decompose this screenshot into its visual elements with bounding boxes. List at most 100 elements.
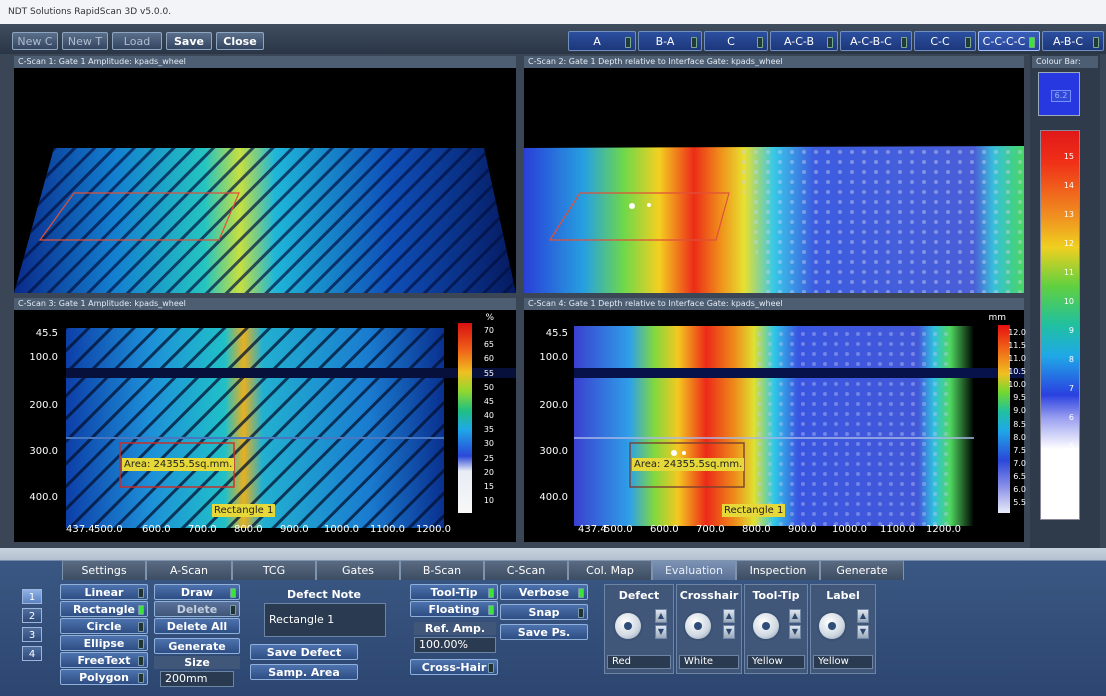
colour-bar-label: 15: [1063, 152, 1074, 161]
view-a-b-c-button[interactable]: A-B-C: [1042, 31, 1104, 51]
new-c-button[interactable]: New C: [12, 32, 58, 50]
tab-c-scan[interactable]: C-Scan: [484, 560, 568, 580]
c3-scale-label: 65: [483, 340, 494, 350]
c4-y-tick: 400.0: [539, 492, 568, 503]
chevron-up-icon[interactable]: ▲: [723, 609, 735, 623]
chevron-down-icon[interactable]: ▼: [723, 625, 735, 639]
generate-button[interactable]: Generate: [154, 638, 240, 654]
c4-x-tick: 800.0: [742, 524, 771, 535]
cross-hair-button[interactable]: Cross-Hair: [410, 659, 498, 675]
side-tab-4[interactable]: 4: [22, 646, 42, 661]
colour-bar-label: 14: [1063, 181, 1074, 190]
c4-y-tick: 100.0: [539, 352, 568, 363]
shape-rectangle-button[interactable]: Rectangle: [60, 601, 148, 617]
c4-scale-label: 11.0: [1008, 354, 1026, 364]
c3-scale-label: 60: [483, 354, 494, 364]
side-tab-3[interactable]: 3: [22, 627, 42, 642]
window-title: NDT Solutions RapidScan 3D v5.0.0.: [0, 0, 1106, 24]
side-tab-1[interactable]: 1: [22, 589, 42, 604]
chevron-up-icon[interactable]: ▲: [857, 609, 869, 623]
shape-polygon-button[interactable]: Polygon: [60, 669, 148, 685]
view-c-c-c-c-button[interactable]: C-C-C-C: [978, 31, 1040, 51]
ref-amp-field[interactable]: 100.00%: [414, 637, 496, 653]
colour-bar-label: 3: [1068, 500, 1074, 509]
tab-inspection[interactable]: Inspection: [736, 560, 820, 580]
colour-bar-label: 12: [1063, 239, 1074, 248]
save-button[interactable]: Save: [166, 32, 212, 50]
c3-x-tick: 800.0: [234, 524, 263, 535]
label-colour-value[interactable]: Yellow: [813, 655, 873, 669]
c3-scale-label: 50: [483, 382, 494, 392]
chevron-up-icon[interactable]: ▲: [655, 609, 667, 623]
c4-scale-label: 9.5: [1013, 393, 1026, 403]
colour-swatch[interactable]: 6.2: [1038, 72, 1080, 116]
tab-gates[interactable]: Gates: [316, 560, 400, 580]
c3-scale-label: 20: [483, 467, 494, 477]
shape-circle-button[interactable]: Circle: [60, 618, 148, 634]
view-a-c-b-button[interactable]: A-C-B: [770, 31, 838, 51]
draw-button[interactable]: Draw: [154, 584, 240, 600]
save-defect-button[interactable]: Save Defect: [250, 644, 358, 660]
c4-scale-label: 10.5: [1008, 367, 1026, 377]
verbose-button[interactable]: Verbose: [500, 584, 588, 600]
tool-tip-colour-knob[interactable]: [753, 613, 779, 639]
defect-colour-knob[interactable]: [615, 613, 641, 639]
c-scan-1-title: C-Scan 1: Gate 1 Amplitude: kpads_wheel: [14, 56, 516, 68]
save-ps-button[interactable]: Save Ps.: [500, 624, 588, 640]
tab-a-scan[interactable]: A-Scan: [146, 560, 232, 580]
c4-scale-label: 11.5: [1008, 341, 1026, 351]
c3-scale-label: 35: [483, 425, 494, 435]
chevron-down-icon[interactable]: ▼: [857, 625, 869, 639]
chevron-down-icon[interactable]: ▼: [789, 625, 801, 639]
defect-colour-group: Defect ▲ ▼ Red: [604, 584, 674, 674]
tab-evaluation[interactable]: Evaluation: [652, 560, 736, 580]
new-t-button[interactable]: New T: [62, 32, 108, 50]
c3-scale-label: 45: [483, 396, 494, 406]
tab-b-scan[interactable]: B-Scan: [400, 560, 484, 580]
snap-button[interactable]: Snap: [500, 604, 588, 620]
c4-scale-label: 10.0: [1008, 380, 1026, 390]
ref-amp-label: Ref. Amp.: [414, 622, 496, 635]
samp-area-button[interactable]: Samp. Area: [250, 664, 358, 680]
c4-unit-label: mm: [988, 313, 1006, 323]
delete-all-button[interactable]: Delete All: [154, 618, 240, 634]
defect-note-field[interactable]: Rectangle 1: [264, 603, 386, 637]
defect-colour-value[interactable]: Red: [607, 655, 671, 669]
view-c-button[interactable]: C: [704, 31, 768, 51]
tab-generate[interactable]: Generate: [820, 560, 904, 580]
side-tab-2[interactable]: 2: [22, 608, 42, 623]
label-colour-knob[interactable]: [819, 613, 845, 639]
c3-y-tick: 45.5: [35, 328, 58, 339]
shape-linear-button[interactable]: Linear: [60, 584, 148, 600]
tab-tcg[interactable]: TCG: [232, 560, 316, 580]
crosshair-colour-value[interactable]: White: [679, 655, 739, 669]
shape-freetext-button[interactable]: FreeText: [60, 652, 148, 668]
c-scan-4-title: C-Scan 4: Gate 1 Depth relative to Inter…: [524, 298, 1024, 310]
view-c-c-button[interactable]: C-C: [914, 31, 976, 51]
crosshair-colour-knob[interactable]: [685, 613, 711, 639]
load-button[interactable]: Load: [112, 32, 162, 50]
colour-bar-label: 8: [1068, 355, 1074, 364]
tab-settings[interactable]: Settings: [62, 560, 146, 580]
tab-col-map[interactable]: Col. Map: [568, 560, 652, 580]
chevron-down-icon[interactable]: ▼: [655, 625, 667, 639]
view-a-button[interactable]: A: [568, 31, 636, 51]
c4-scale-label: 9.0: [1013, 406, 1026, 416]
c4-y-tick: 45.5: [545, 328, 568, 339]
c-scan-1-view[interactable]: [14, 68, 516, 293]
floating-button[interactable]: Floating: [410, 601, 498, 617]
view-b-a-button[interactable]: B-A: [638, 31, 702, 51]
chevron-up-icon[interactable]: ▲: [789, 609, 801, 623]
size-field[interactable]: 200mm: [160, 671, 234, 687]
tool-tip-button[interactable]: Tool-Tip: [410, 584, 498, 600]
tool-tip-colour-group: Tool-Tip ▲ ▼ Yellow: [744, 584, 808, 674]
tool-tip-colour-value[interactable]: Yellow: [747, 655, 805, 669]
delete-button[interactable]: Delete: [154, 601, 240, 617]
c3-scale-label: 10: [483, 496, 494, 505]
view-a-c-b-c-button[interactable]: A-C-B-C: [840, 31, 912, 51]
shape-ellipse-button[interactable]: Ellipse: [60, 635, 148, 651]
c4-scale-label: 6.5: [1013, 471, 1026, 481]
c4-scale-label: 8.5: [1013, 419, 1026, 429]
close-button[interactable]: Close: [216, 32, 264, 50]
c-scan-2-view[interactable]: [524, 68, 1024, 293]
